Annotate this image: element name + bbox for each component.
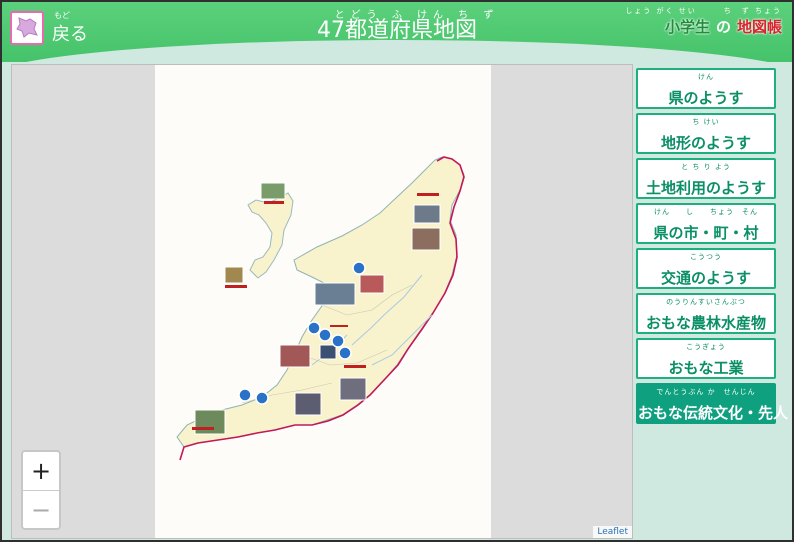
person-marker-6 [238,388,252,402]
photo-tokamachi [339,377,367,401]
menu-terrain[interactable]: ち けい 地形のようす [636,113,776,154]
menu-land-use[interactable]: と ち り よう 土地利用のようす [636,158,776,199]
photo-uonuma [294,392,322,416]
photo-shibata [411,227,441,251]
map-view[interactable]: + − Leaflet [11,64,633,539]
leaflet-attribution-link[interactable]: Leaflet [593,526,632,538]
zoom-out-button[interactable]: − [23,490,59,528]
menu-ruby: でんとうぶん か せんじん [656,388,756,396]
brand-ruby: しょう がく せい ち ず ちょう [625,7,782,15]
menu-agriculture[interactable]: のうりんすいさんぶつ おもな農林水産物 [636,293,776,334]
menu-label: おもな農林水産物 [645,314,766,332]
photo-niigata-city [359,274,385,294]
photo-sado-south [224,266,244,284]
menu-industry[interactable]: こうぎょう おもな工業 [636,338,776,379]
person-marker-7 [255,391,269,405]
header-bar: もど 戻る とどう ふ けん ち ず 47都道府県地図 しょう がく せい ち … [2,2,792,62]
menu-label: 県の市・町・村 [653,224,759,242]
app-window: もど 戻る とどう ふ けん ち ず 47都道府県地図 しょう がく せい ち … [0,0,794,542]
category-menu: けん 県のようす ち けい 地形のようす と ち り よう 土地利用のようす け… [636,68,789,428]
photo-itoigawa [194,409,226,435]
zoom-in-button[interactable]: + [23,452,59,490]
menu-ruby: けん [698,73,714,81]
photo-sado-north [260,182,286,200]
brand-no: の [715,18,731,36]
person-marker-1 [352,261,366,275]
menu-label: 土地利用のようす [645,179,766,197]
brand-shogakusei: 小学生 [664,18,710,36]
person-marker-4 [331,334,345,348]
menu-traditional-culture[interactable]: でんとうぶん か せんじん おもな伝統文化・先人 [636,383,789,424]
brand-logo: しょう がく せい ち ず ちょう 小学生の地図帳 [625,6,782,37]
menu-ruby: のうりんすいさんぶつ [666,298,746,306]
menu-label: おもな工業 [668,359,744,377]
menu-prefecture-overview[interactable]: けん 県のようす [636,68,776,109]
person-marker-3 [318,328,332,342]
photo-nagaoka [279,344,311,368]
menu-ruby: こうぎょう [686,343,726,351]
brand-chizucho: 地図帳 [736,18,782,36]
header-wave [2,40,792,62]
prefecture-map [155,65,491,538]
menu-transportation[interactable]: こうつう 交通のようす [636,248,776,289]
person-marker-5 [338,346,352,360]
menu-label: 交通のようす [660,269,751,287]
photo-ojiya [319,344,337,360]
person-marker-2 [307,321,321,335]
menu-ruby: ち けい [692,118,720,126]
menu-label: 地形のようす [660,134,751,152]
menu-municipalities[interactable]: けん し ちょう そん 県の市・町・村 [636,203,776,244]
menu-ruby: と ち り よう [681,163,731,171]
zoom-control: + − [21,450,61,530]
menu-label: 県のようす [668,89,744,107]
menu-ruby: こうつう [690,253,722,261]
menu-ruby: けん し ちょう そん [654,208,758,216]
photo-tsubame [314,282,356,306]
photo-murakami [413,204,441,224]
menu-label: おもな伝統文化・先人 [638,404,789,422]
